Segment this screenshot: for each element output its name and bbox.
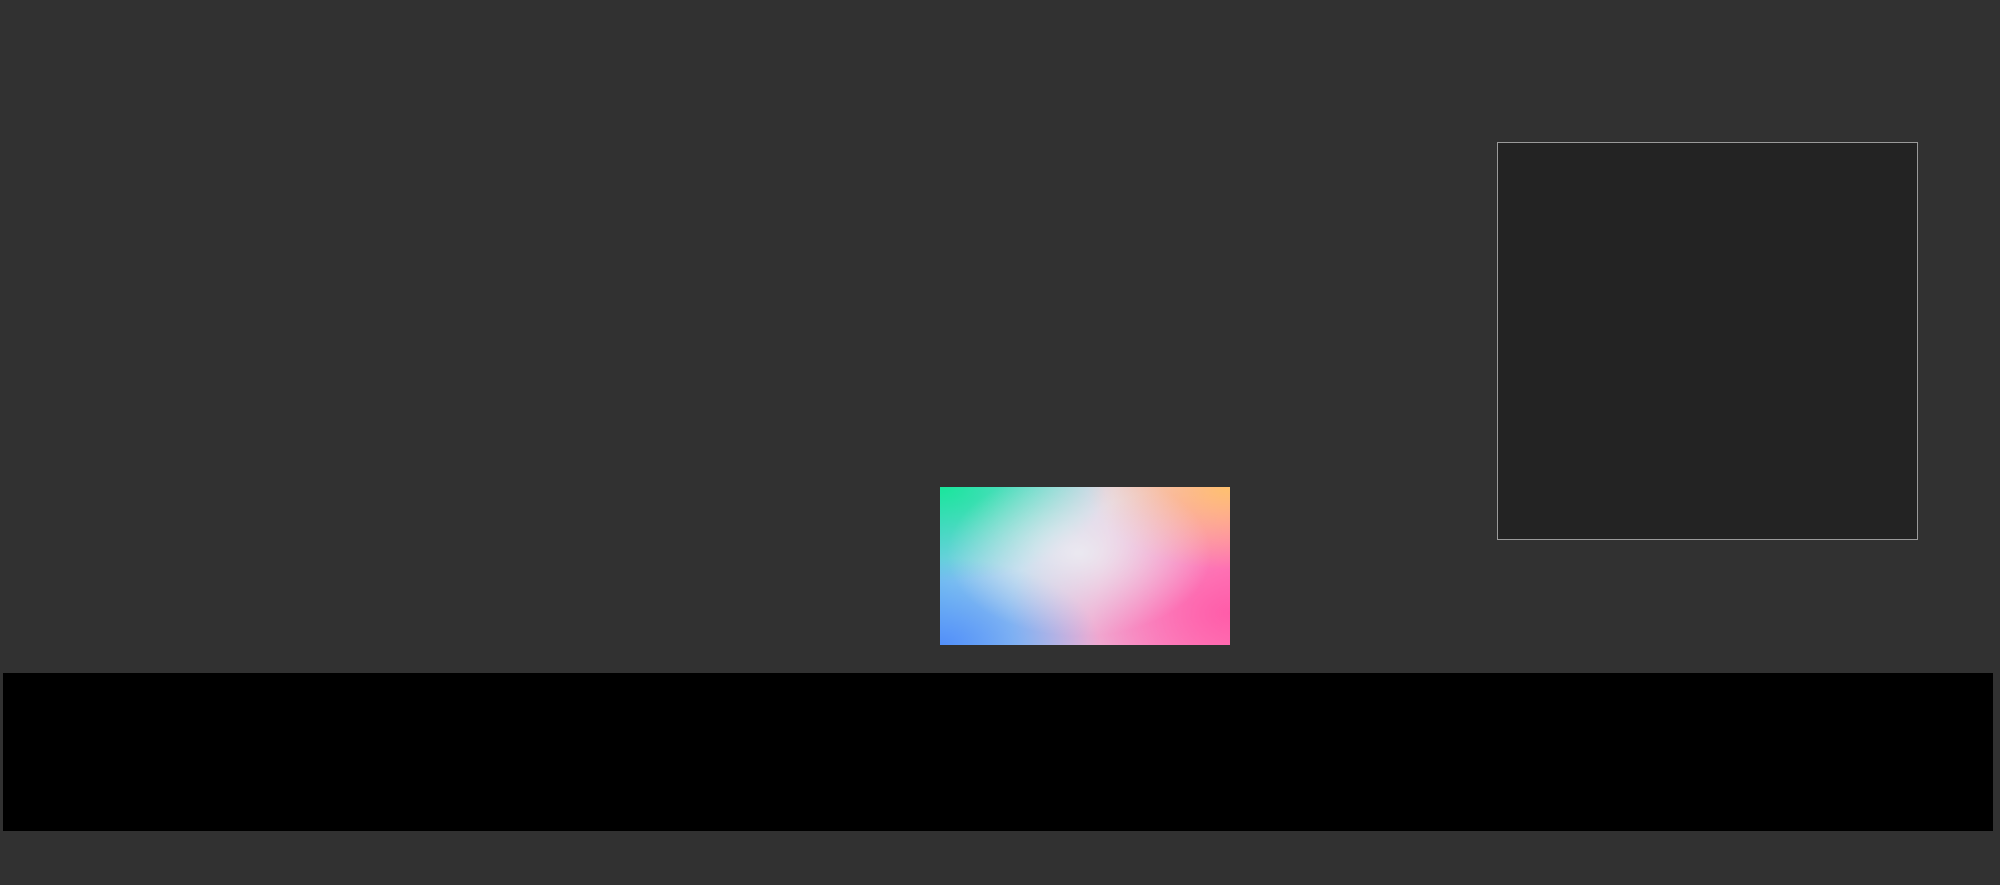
grayscale-strip <box>3 673 1993 831</box>
gamma-loglog-chart <box>708 128 1408 478</box>
calibration-report <box>0 0 2000 885</box>
actual-row-label <box>80 708 122 752</box>
deitp-x-axis-labels <box>1476 548 1940 568</box>
target-row-label <box>80 762 122 806</box>
deitp-bar-chart <box>1497 142 1918 540</box>
rgb-balance-chart <box>8 124 700 574</box>
deitp-x-axis-ticks <box>1497 541 1919 547</box>
cie-chromaticity-chart <box>900 478 1270 683</box>
deitp-y-axis-labels <box>1438 142 1492 540</box>
